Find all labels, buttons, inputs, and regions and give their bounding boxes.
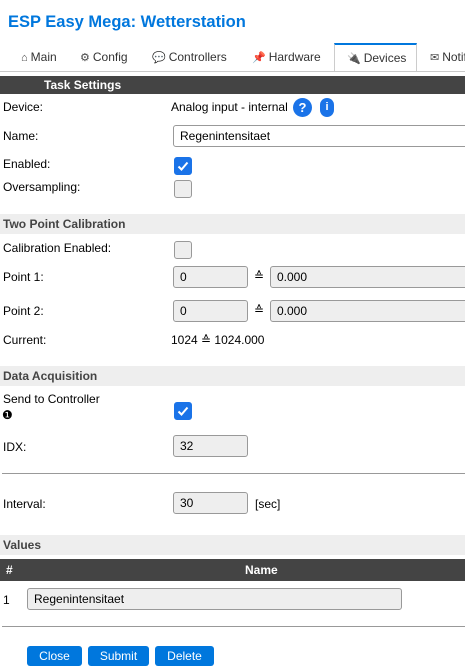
tab-hardware-label: Hardware [268,50,321,64]
acquisition-title: Data Acquisition [3,369,98,383]
task-settings-header: Task Settings [0,76,465,94]
plug-icon: 🔌 [347,53,361,65]
info-icon[interactable]: i [320,98,334,117]
close-button[interactable]: Close [27,646,82,666]
tab-config-label: Config [92,50,128,64]
acquisition-header: Data Acquisition [0,366,465,386]
point1-adc-input[interactable]: 0 [173,266,248,288]
pin-icon: 📌 [252,52,266,64]
oversampling-checkbox[interactable] [174,180,192,198]
tab-devices[interactable]: 🔌 Devices [334,43,417,71]
tab-divider [0,71,465,72]
delete-button[interactable]: Delete [155,646,214,666]
envelope-icon: ✉ [430,52,440,64]
page-title: ESP Easy Mega: Wetterstation [8,13,246,31]
tab-main[interactable]: ⌂ Main [21,43,57,72]
point2-value-input[interactable]: 0.000 [270,300,465,322]
controller-number-marker: ❶ [2,408,13,422]
point2-approx-symbol: ≙ [254,303,265,317]
tab-devices-label: Devices [363,51,407,65]
send-to-controller-label: Send to Controller [3,392,100,406]
current-value: 1024 ≙ 1024.000 [171,333,265,347]
help-icon[interactable]: ? [293,98,312,117]
calibration-enabled-label: Calibration Enabled: [3,241,112,255]
values-header: Values [0,535,465,555]
point1-label: Point 1: [3,270,44,284]
row-number: 1 [3,593,10,607]
tab-notifications[interactable]: ✉Notifi [430,43,465,72]
check-icon [177,161,189,171]
idx-input[interactable]: 32 [173,435,248,457]
separator-line [2,473,465,474]
calibration-header: Two Point Calibration [0,214,465,234]
column-name-header: Name [245,563,278,577]
interval-input[interactable]: 30 [173,492,248,514]
tab-hardware[interactable]: 📌 Hardware [252,43,321,72]
point2-adc-input[interactable]: 0 [173,300,248,322]
current-label: Current: [3,333,47,347]
point1-approx-symbol: ≙ [254,269,265,283]
tab-controllers[interactable]: 💬 Controllers [152,43,227,72]
enabled-checkbox[interactable] [174,157,192,175]
submit-button[interactable]: Submit [88,646,149,666]
interval-unit: [sec] [255,497,281,511]
gear-icon: ⚙ [80,52,90,64]
task-settings-title: Task Settings [44,78,122,92]
device-label: Device: [3,100,44,114]
enabled-label: Enabled: [3,157,51,171]
values-title: Values [3,538,42,552]
idx-label: IDX: [3,440,27,454]
oversampling-label: Oversampling: [3,180,81,194]
chat-icon: 💬 [152,52,166,64]
home-icon: ⌂ [21,52,28,64]
name-input[interactable]: Regenintensitaet [173,125,465,147]
tab-bar: ⌂ Main ⚙ Config 💬 Controllers 📌 Hardware 🔌 De… [0,43,465,72]
name-label: Name: [3,129,39,143]
value-name-input[interactable]: Regenintensitaet [27,588,402,610]
values-table-header: # Name [0,559,465,581]
separator-line-bottom [2,626,465,627]
tab-config[interactable]: ⚙ Config [80,43,128,72]
point2-label: Point 2: [3,304,44,318]
table-row: 1 Regenintensitaet [0,586,465,612]
device-value: Analog input - internal [171,100,288,114]
send-to-controller-checkbox[interactable] [174,402,192,420]
tab-main-label: Main [30,50,57,64]
column-number-header: # [6,563,13,577]
tab-controllers-label: Controllers [168,50,227,64]
interval-label: Interval: [3,497,46,511]
tab-notifications-label: Notifi [442,50,465,64]
calibration-title: Two Point Calibration [3,217,126,231]
point1-value-input[interactable]: 0.000 [270,266,465,288]
calibration-enabled-checkbox[interactable] [174,241,192,259]
check-icon [177,406,189,416]
